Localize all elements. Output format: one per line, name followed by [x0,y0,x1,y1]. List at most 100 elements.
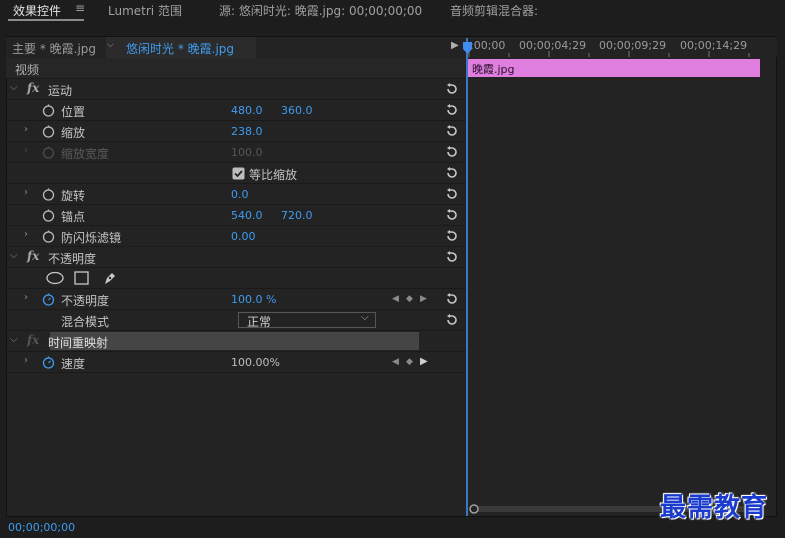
motion-label: 运动 [48,84,73,98]
master-clip-tab[interactable]: 主要 * 晚霞.jpg [12,40,96,57]
scale-width-value: 100.0 [231,146,263,159]
clip-label: 晚霞.jpg [472,63,515,76]
uniform-scale-checkbox[interactable] [232,167,245,180]
hamburger-menu-icon[interactable]: ≡ [75,1,85,15]
time-ruler[interactable]: :00;00 00;00;04;29 00;00;09;29 00;00;14;… [467,37,777,57]
stopwatch-icon[interactable] [42,188,55,201]
chevron-right-icon[interactable]: › [24,229,28,240]
blend-mode-label: 混合模式 [61,315,110,329]
opacity-section-label: 不透明度 [48,252,97,266]
speed-value[interactable]: 100.00% [231,356,280,369]
fx-toggle-icon[interactable]: fx [27,333,39,347]
play-only-icon[interactable]: ▶ [451,40,459,51]
playhead-handle[interactable] [463,42,472,54]
prev-keyframe-icon[interactable]: ◀ [392,357,399,367]
panel-tab-bar: 效果控件 ≡ Lumetri 范围 源: 悠闲时光: 晚霞.jpg: 00;00… [0,0,785,26]
time-remap-effect-row[interactable]: ⌵ fx 时间重映射 [6,331,466,352]
speed-label: 速度 [61,357,86,371]
anchor-point-row: 锚点 540.0 720.0 [6,205,466,226]
reset-icon[interactable] [445,187,459,201]
next-keyframe-icon[interactable]: ▶ [420,294,427,304]
tab-source[interactable]: 源: 悠闲时光: 晚霞.jpg: 00;00;00;00 [219,2,422,19]
opacity-value[interactable]: 100.0 % [231,293,276,306]
stopwatch-icon[interactable] [42,209,55,222]
reset-icon[interactable] [445,229,459,243]
current-timecode[interactable]: 00;00;00;00 [8,521,75,534]
rotation-label: 旋转 [61,189,86,203]
time-remap-label: 时间重映射 [48,336,109,350]
antiflicker-row: › 防闪烁滤镜 0.00 [6,226,466,247]
tab-effect-controls[interactable]: 效果控件 [13,2,61,19]
tab-lumetri-scopes[interactable]: Lumetri 范围 [108,2,182,19]
anchor-label: 锚点 [61,210,86,224]
chevron-expanded-icon[interactable]: ⌵ [10,250,18,261]
watermark-logo: 最需教育 [660,493,769,523]
uniform-scale-label: 等比缩放 [249,168,298,182]
stopwatch-active-icon[interactable] [42,293,55,306]
video-section-label: 视频 [15,63,40,77]
reset-icon[interactable] [445,82,459,96]
scale-width-row: › 缩放宽度 100.0 [6,142,466,163]
ellipse-mask-icon[interactable] [46,271,64,285]
scale-row: › 缩放 238.0 [6,121,466,142]
scale-value[interactable]: 238.0 [231,125,263,138]
chevron-right-icon[interactable]: › [24,187,28,198]
blend-mode-dropdown[interactable]: 正常 ⌵ [238,312,376,329]
opacity-effect-row[interactable]: ⌵ fx 不透明度 [6,247,466,268]
rotation-row: › 旋转 0.0 [6,184,466,205]
position-y-value[interactable]: 360.0 [281,104,313,117]
add-keyframe-icon[interactable]: ◆ [406,294,413,304]
mask-tools-row [6,268,466,289]
anchor-x-value[interactable]: 540.0 [231,209,263,222]
tab-audio-clip-mixer[interactable]: 音频剪辑混合器: [450,2,538,19]
position-x-value[interactable]: 480.0 [231,104,263,117]
reset-icon[interactable] [445,250,459,264]
timeline-area[interactable] [467,37,777,516]
sequence-selector-bar: 主要 * 晚霞.jpg ⌵ 悠闲时光 * 晚霞.jpg ▶ [6,37,466,59]
speed-row: › 速度 100.00% ◀ ◆ ▶ [6,352,466,373]
scale-label: 缩放 [61,126,86,140]
chevron-right-icon: › [24,145,28,156]
reset-icon[interactable] [445,124,459,138]
motion-effect-row[interactable]: ⌵ fx 运动 [6,79,466,100]
position-label: 位置 [61,105,86,119]
stopwatch-icon[interactable] [42,104,55,117]
fx-toggle-icon[interactable]: fx [27,249,39,263]
rotation-value[interactable]: 0.0 [231,188,249,201]
anchor-y-value[interactable]: 720.0 [281,209,313,222]
antiflicker-value[interactable]: 0.00 [231,230,256,243]
chevron-right-icon[interactable]: › [24,292,28,303]
prev-keyframe-icon[interactable]: ◀ [392,294,399,304]
stopwatch-icon [42,146,55,159]
stopwatch-icon[interactable] [42,125,55,138]
blend-mode-row: 混合模式 正常 ⌵ [6,310,466,331]
reset-icon[interactable] [445,166,459,180]
fx-toggle-icon[interactable]: fx [27,81,39,95]
opacity-label: 不透明度 [61,294,110,308]
stopwatch-icon[interactable] [42,230,55,243]
scale-width-label: 缩放宽度 [61,147,110,161]
uniform-scale-row: 等比缩放 [6,163,466,184]
position-row: 位置 480.0 360.0 [6,100,466,121]
playhead-line[interactable] [466,38,468,516]
stopwatch-active-icon[interactable] [42,356,55,369]
ruler-ticks [468,51,750,57]
reset-icon[interactable] [445,103,459,117]
active-sequence-clip-tab[interactable]: 悠闲时光 * 晚霞.jpg [126,40,234,57]
reset-icon[interactable] [445,292,459,306]
video-section-header: 视频 [6,58,466,79]
chevron-right-icon[interactable]: › [24,355,28,366]
reset-icon[interactable] [445,313,459,327]
chevron-down-icon: ⌵ [361,312,369,323]
pen-mask-icon[interactable] [102,270,118,286]
opacity-row: › 不透明度 100.0 % ◀ ◆ ▶ [6,289,466,310]
chevron-expanded-icon[interactable]: ⌵ [10,82,18,93]
reset-icon[interactable] [445,145,459,159]
chevron-down-icon[interactable]: ⌵ [107,40,114,50]
next-keyframe-icon[interactable]: ▶ [420,356,428,367]
chevron-expanded-icon[interactable]: ⌵ [10,334,18,345]
rectangle-mask-icon[interactable] [74,271,89,285]
add-keyframe-icon[interactable]: ◆ [406,357,413,367]
chevron-right-icon[interactable]: › [24,124,28,135]
reset-icon[interactable] [445,208,459,222]
